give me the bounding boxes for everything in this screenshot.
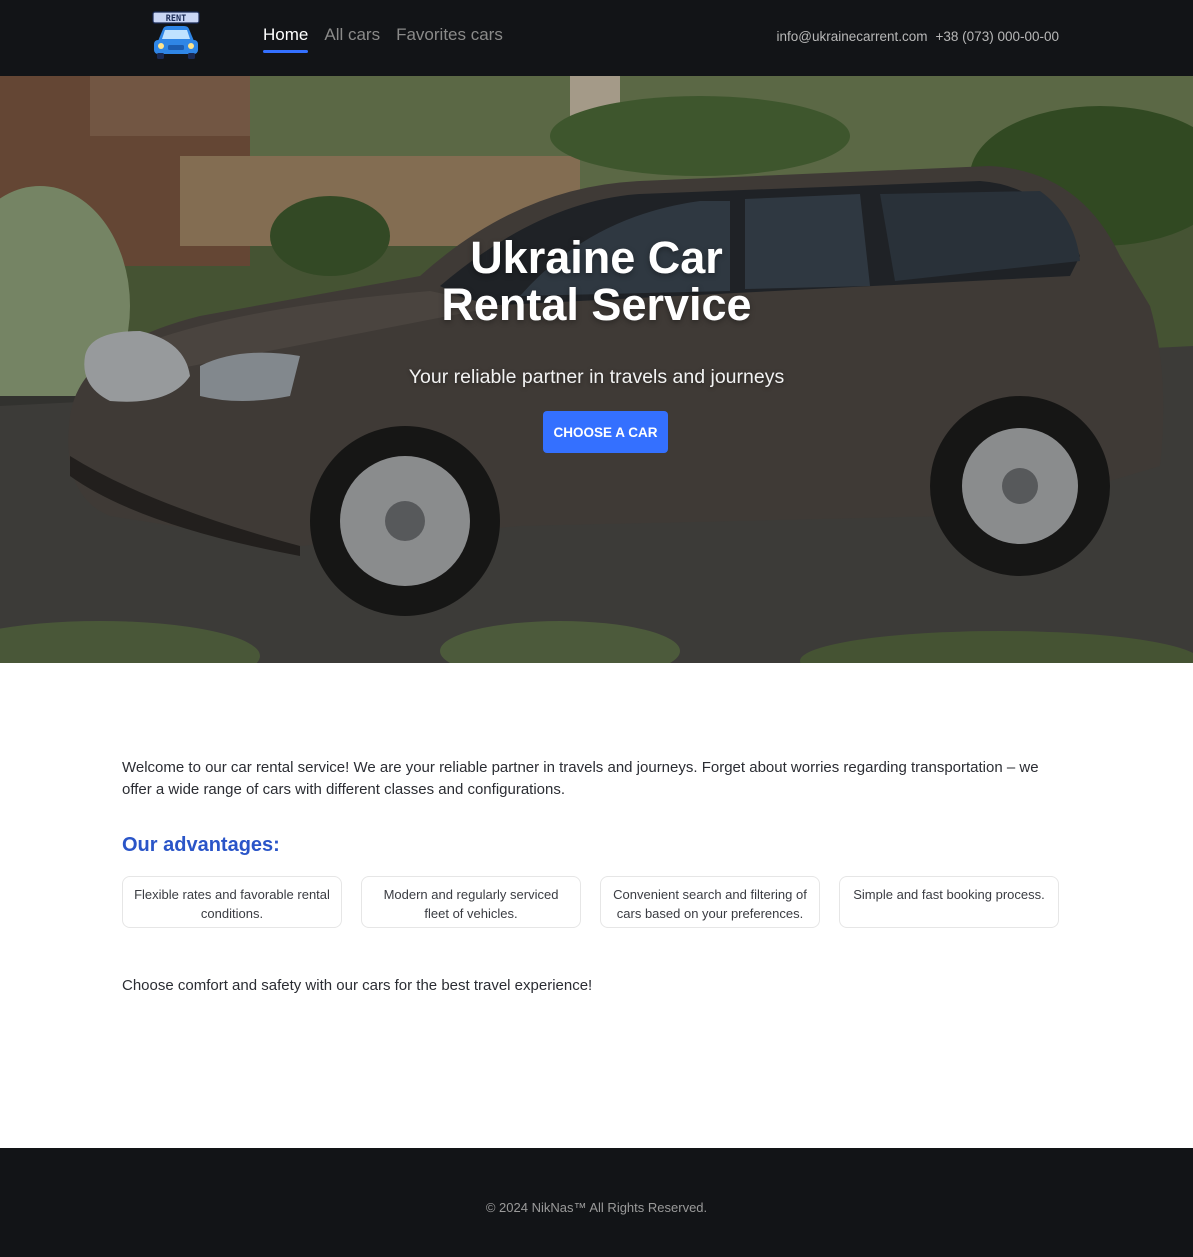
hero-section: Ukraine Car Rental Service Your reliable… xyxy=(0,76,1193,663)
nav-home[interactable]: Home xyxy=(263,25,309,53)
advantage-card: Simple and fast booking process. xyxy=(839,876,1059,928)
closing-text: Choose comfort and safety with our cars … xyxy=(122,977,593,994)
site-header: RENT Home All cars Favorites cars info@u… xyxy=(0,0,1193,76)
contact-email[interactable]: info@ukrainecarrent.com xyxy=(777,29,928,44)
hero-title: Ukraine Car Rental Service xyxy=(0,234,1193,328)
hero-title-line2: Rental Service xyxy=(441,279,752,330)
nav-favorites-cars[interactable]: Favorites cars xyxy=(396,25,503,51)
advantage-card: Convenient search and filtering of cars … xyxy=(600,876,820,928)
advantages-list: Flexible rates and favorable rental cond… xyxy=(122,876,1061,928)
header-contacts: info@ukrainecarrent.com +38 (073) 000-00… xyxy=(777,29,1060,44)
site-footer: © 2024 NikNas™ All Rights Reserved. xyxy=(0,1148,1193,1257)
choose-car-button[interactable]: CHOOSE A CAR xyxy=(543,411,668,453)
hero-title-line1: Ukraine Car xyxy=(470,232,723,283)
intro-text: Welcome to our car rental service! We ar… xyxy=(122,759,1039,798)
main-nav: Home All cars Favorites cars xyxy=(263,25,503,53)
advantage-card: Flexible rates and favorable rental cond… xyxy=(122,876,342,928)
logo[interactable]: RENT xyxy=(150,11,202,61)
logo-text: RENT xyxy=(166,14,186,24)
nav-all-cars[interactable]: All cars xyxy=(324,25,380,51)
car-logo-icon: RENT xyxy=(152,11,200,59)
advantages-title: Our advantages: xyxy=(122,834,280,856)
advantage-card: Modern and regularly serviced fleet of v… xyxy=(361,876,581,928)
hero-subtitle: Your reliable partner in travels and jou… xyxy=(408,366,785,388)
contact-phone[interactable]: +38 (073) 000-00-00 xyxy=(936,29,1059,44)
copyright-text: © 2024 NikNas™ All Rights Reserved. xyxy=(485,1200,708,1215)
